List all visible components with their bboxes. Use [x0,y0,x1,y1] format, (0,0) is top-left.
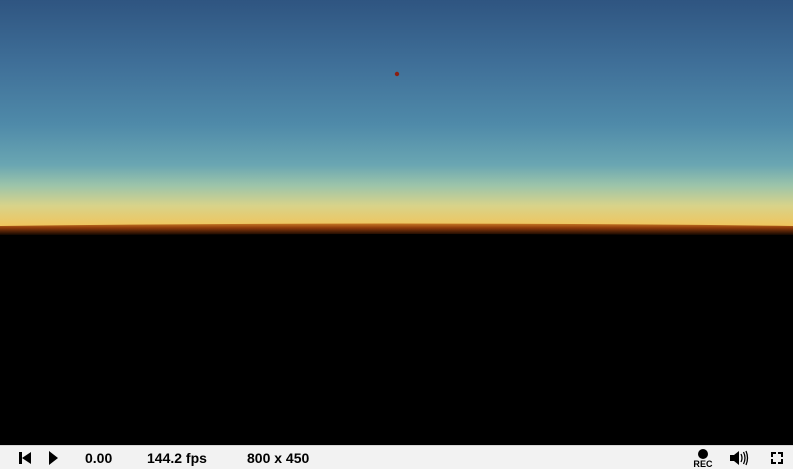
play-icon [49,451,58,465]
record-button[interactable]: REC [689,446,717,469]
fps-display: 144.2 fps [147,450,207,466]
fullscreen-icon [771,452,783,464]
time-display: 0.00 [85,450,113,466]
resolution-display: 800 x 450 [247,450,310,466]
volume-icon [730,450,749,466]
play-button[interactable] [42,446,62,469]
rewind-button[interactable] [15,446,35,469]
render-canvas [0,0,793,445]
sky-marker [394,71,400,77]
render-viewport[interactable] [0,0,793,445]
ground-area [0,235,793,445]
skip-back-icon [19,452,31,464]
record-label: REC [693,459,713,469]
horizon-band [0,223,793,236]
player-controls-bar: 0.00 144.2 fps 800 x 450 REC [0,445,793,469]
volume-button[interactable] [728,446,750,469]
fullscreen-button[interactable] [767,446,787,469]
record-icon [698,449,708,459]
shader-player: 0.00 144.2 fps 800 x 450 REC [0,0,793,469]
sky-gradient [0,0,793,226]
